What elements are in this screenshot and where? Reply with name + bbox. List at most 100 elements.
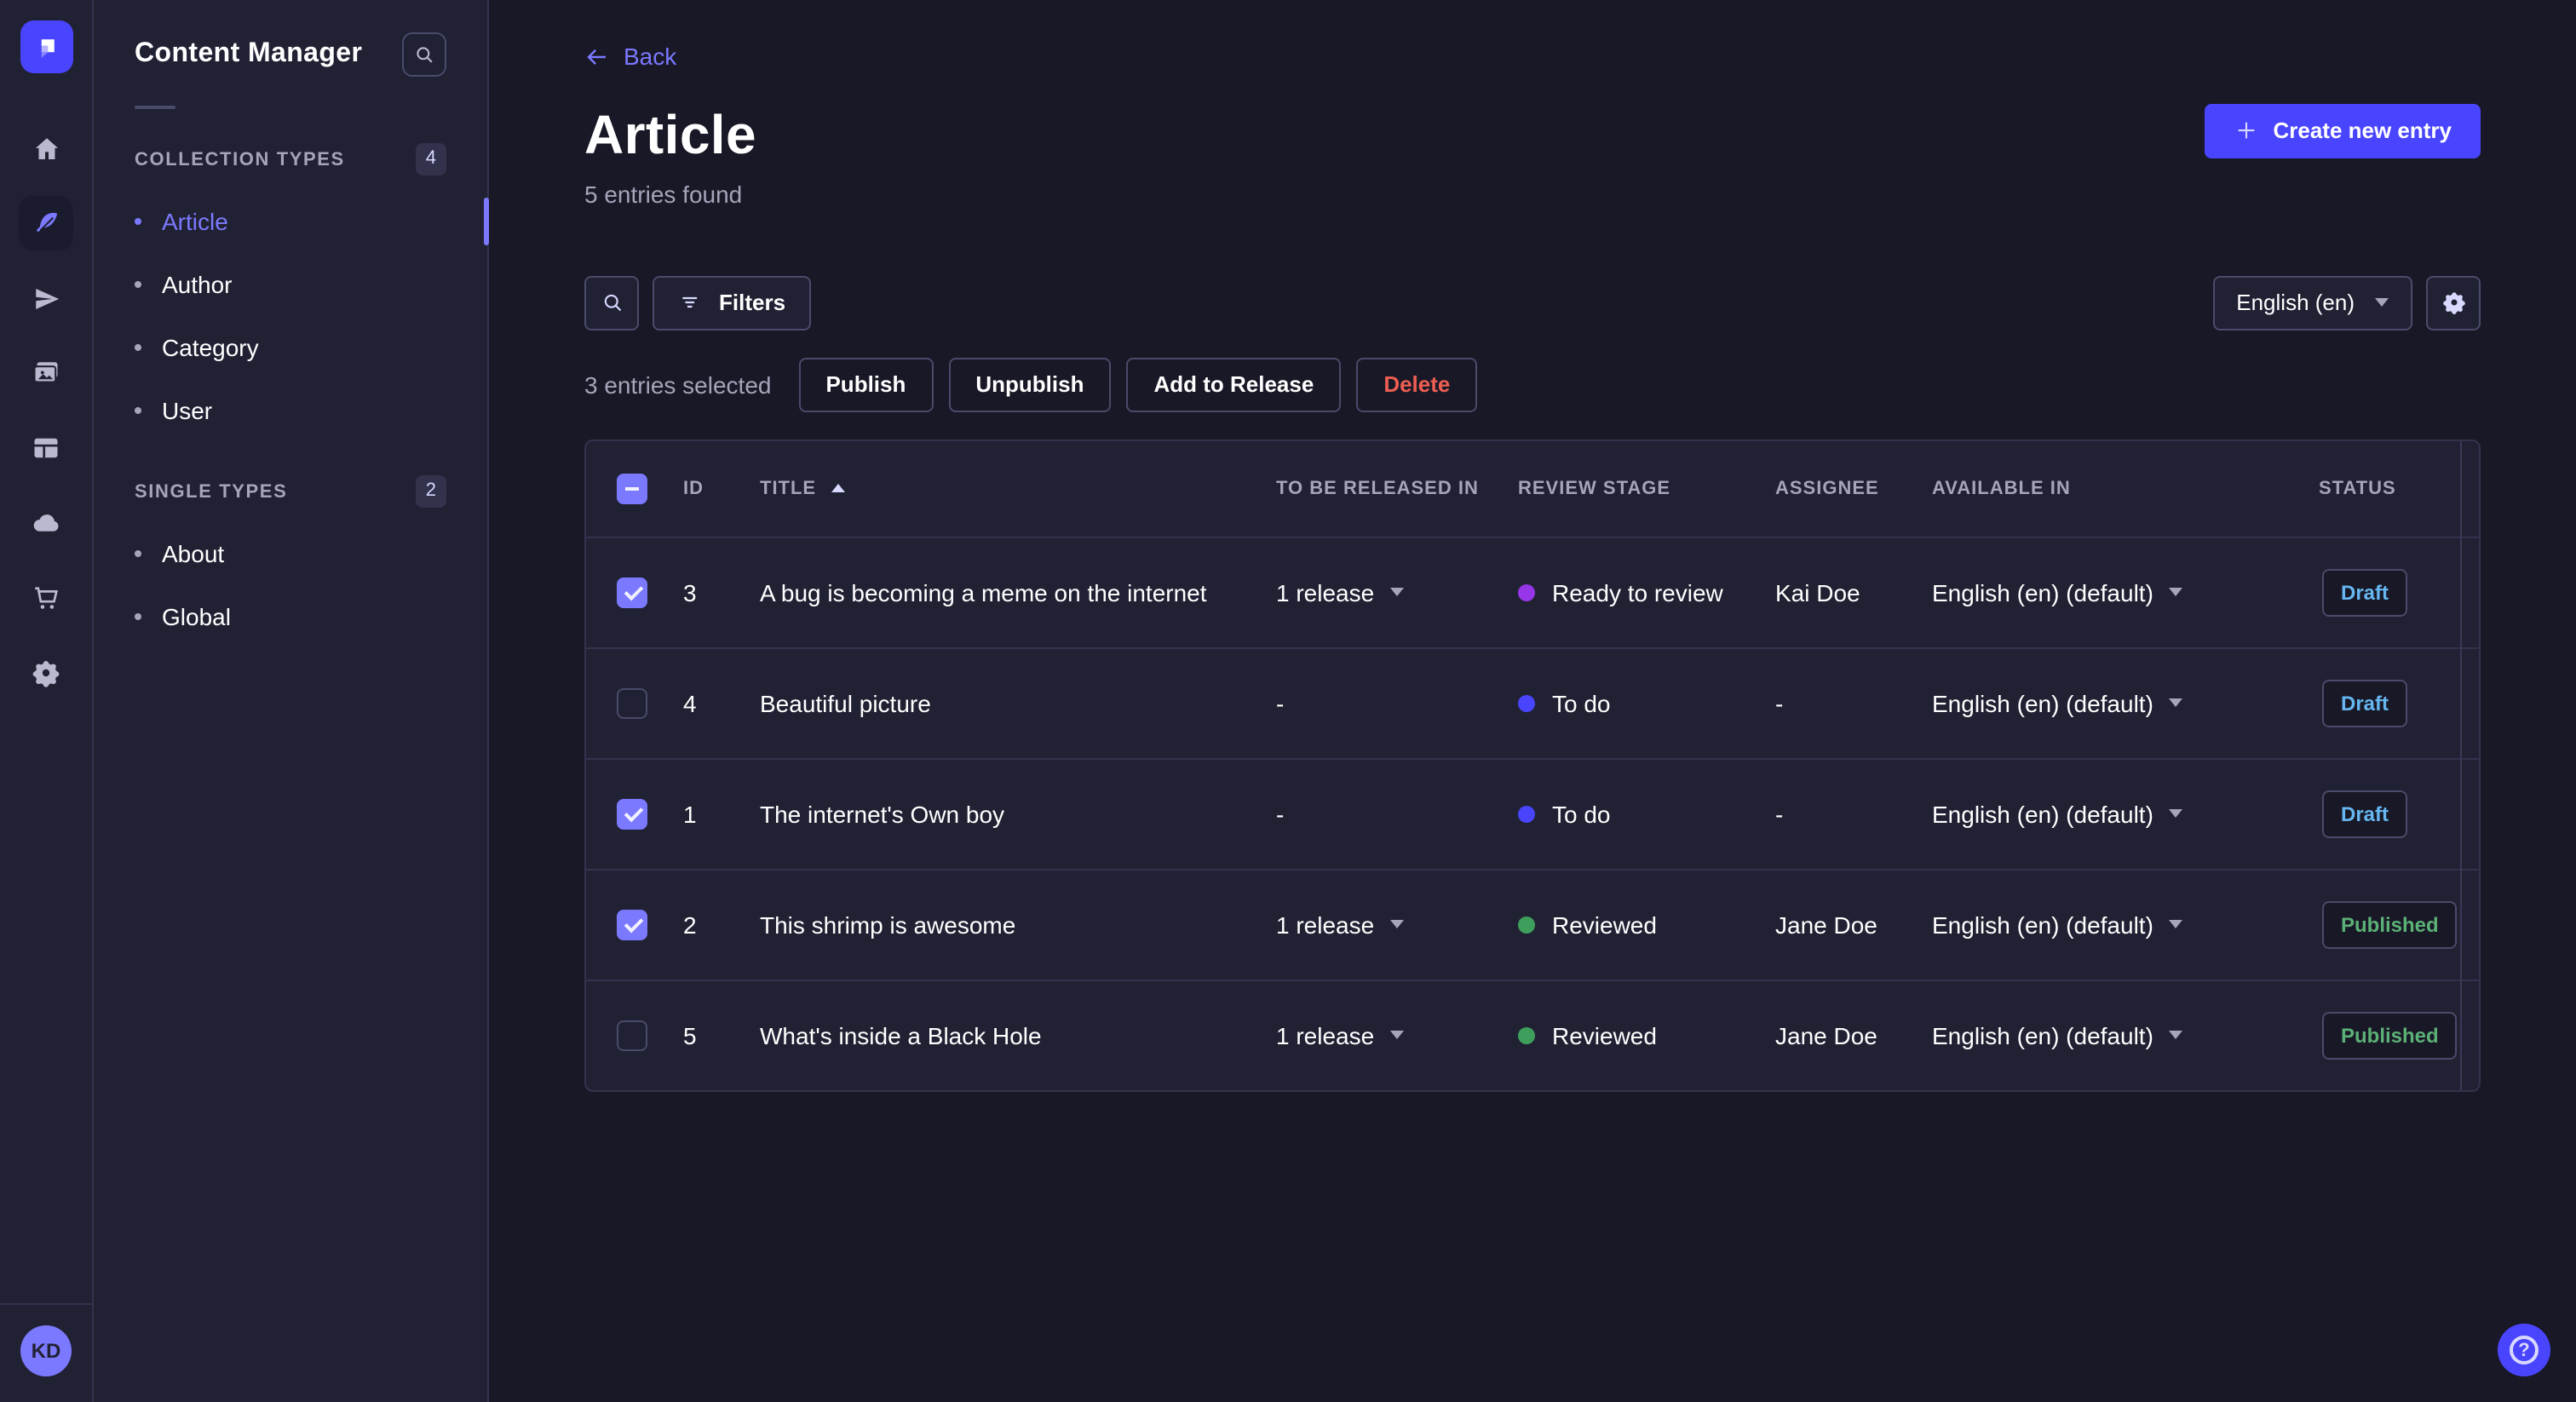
row-review-stage: To do <box>1552 689 1611 716</box>
table-row[interactable]: 5 What's inside a Black Hole 1 release R… <box>586 979 2479 1089</box>
row-review-stage: Reviewed <box>1552 1021 1657 1049</box>
review-stage-dot <box>1518 694 1535 711</box>
sidebar-item-global[interactable]: Global <box>94 584 487 647</box>
media-library-icon[interactable] <box>19 346 73 400</box>
row-assignee: Jane Doe <box>1775 911 1877 938</box>
column-header-id: ID <box>683 478 704 498</box>
row-released-in: 1 release <box>1276 911 1375 938</box>
row-checkbox[interactable] <box>617 798 647 829</box>
table-row[interactable]: 3 A bug is becoming a meme on the intern… <box>586 536 2479 646</box>
unpublish-button[interactable]: Unpublish <box>948 357 1112 411</box>
status-badge: Draft <box>2322 568 2408 616</box>
review-stage-dot <box>1518 805 1535 822</box>
row-review-stage: Ready to review <box>1552 578 1723 606</box>
sidebar-item-category[interactable]: Category <box>94 315 487 378</box>
user-avatar[interactable]: KD <box>20 1325 72 1376</box>
entries-table: ID TITLE TO BE RELEASED IN REVIEW STAGE … <box>584 439 2481 1091</box>
deploy-cloud-icon[interactable] <box>19 496 73 550</box>
settings-gear-icon[interactable] <box>19 646 73 700</box>
table-row[interactable]: 4 Beautiful picture - To do - English (e… <box>586 646 2479 757</box>
content-manager-sidebar: Content Manager COLLECTION TYPES 4 Artic… <box>94 0 489 1402</box>
row-assignee: Jane Doe <box>1775 1021 1877 1049</box>
row-released-in: - <box>1276 689 1285 716</box>
sidebar-item-article[interactable]: Article <box>94 189 489 252</box>
chevron-down-icon <box>2375 298 2389 307</box>
row-checkbox[interactable] <box>617 1020 647 1050</box>
column-header-title[interactable]: TITLE <box>760 478 1276 498</box>
sidebar-title: Content Manager <box>135 39 363 68</box>
row-available-in: English (en) (default) <box>1932 1021 2153 1049</box>
row-checkbox[interactable] <box>617 577 647 607</box>
row-assignee: - <box>1775 689 1784 716</box>
row-available-in: English (en) (default) <box>1932 800 2153 827</box>
plus-icon <box>2239 122 2255 139</box>
row-id: 1 <box>683 800 697 827</box>
status-badge: Published <box>2322 1011 2458 1059</box>
select-all-checkbox[interactable] <box>617 473 647 503</box>
gear-icon <box>2442 292 2464 314</box>
search-icon <box>603 294 621 312</box>
chevron-down-icon[interactable] <box>2168 698 2182 707</box>
row-checkbox[interactable] <box>617 909 647 939</box>
row-available-in: English (en) (default) <box>1932 911 2153 938</box>
locale-select[interactable]: English (en) <box>2212 275 2412 330</box>
back-link[interactable]: Back <box>584 43 676 70</box>
column-header-status: STATUS <box>2319 478 2396 498</box>
view-settings-button[interactable] <box>2426 275 2481 330</box>
page-header: Article 5 entries found <box>584 103 756 207</box>
home-icon[interactable] <box>19 121 73 175</box>
main-sidebar: KD <box>0 0 94 1402</box>
publish-button[interactable]: Publish <box>798 357 934 411</box>
delete-button[interactable]: Delete <box>1356 357 1478 411</box>
content-manager-feather-icon[interactable] <box>19 196 73 250</box>
add-to-release-button[interactable]: Add to Release <box>1126 357 1342 411</box>
chevron-down-icon[interactable] <box>1389 920 1404 928</box>
column-header-available-in: AVAILABLE IN <box>1932 478 2071 498</box>
bullet-icon <box>135 406 141 413</box>
sidebar-item-user[interactable]: User <box>94 378 487 441</box>
row-id: 2 <box>683 911 697 938</box>
bullet-icon <box>135 343 141 350</box>
review-stage-dot <box>1518 916 1535 933</box>
chevron-down-icon[interactable] <box>1389 588 1404 596</box>
single-types-count-badge: 2 <box>415 475 446 508</box>
row-available-in: English (en) (default) <box>1932 689 2153 716</box>
content-type-builder-icon[interactable] <box>19 421 73 475</box>
chevron-down-icon[interactable] <box>2168 588 2182 596</box>
review-stage-dot <box>1518 583 1535 600</box>
sidebar-item-author[interactable]: Author <box>94 252 487 315</box>
chevron-down-icon[interactable] <box>2168 920 2182 928</box>
entries-count: 5 entries found <box>584 180 743 207</box>
section-label-collection-types: COLLECTION TYPES <box>135 149 345 170</box>
create-new-entry-button[interactable]: Create new entry <box>2205 103 2481 158</box>
main-content: Back Article 5 entries found Create new … <box>489 0 2576 1402</box>
status-badge: Draft <box>2322 790 2408 837</box>
releases-paper-plane-icon[interactable] <box>19 271 73 325</box>
section-label-single-types: SINGLE TYPES <box>135 481 288 502</box>
app: KD Content Manager COLLECTION TYPES 4 Ar… <box>0 0 2576 1402</box>
chevron-down-icon[interactable] <box>1389 1031 1404 1039</box>
row-released-in: - <box>1276 800 1285 827</box>
search-button[interactable] <box>584 275 639 330</box>
marketplace-cart-icon[interactable] <box>19 571 73 625</box>
strapi-logo[interactable] <box>20 20 72 73</box>
sidebar-item-about[interactable]: About <box>94 521 487 584</box>
sidebar-divider <box>135 106 175 109</box>
chevron-down-icon[interactable] <box>2168 809 2182 818</box>
row-title: This shrimp is awesome <box>760 911 1016 938</box>
row-review-stage: Reviewed <box>1552 911 1657 938</box>
page-title: Article <box>584 103 756 164</box>
help-button[interactable]: ? <box>2498 1324 2550 1376</box>
row-assignee: Kai Doe <box>1775 578 1860 606</box>
table-header-row: ID TITLE TO BE RELEASED IN REVIEW STAGE … <box>586 440 2479 536</box>
sidebar-search-button[interactable] <box>402 32 446 77</box>
table-row[interactable]: 1 The internet's Own boy - To do - Engli… <box>586 757 2479 868</box>
bullet-icon <box>135 612 141 619</box>
row-title: The internet's Own boy <box>760 800 1005 827</box>
filters-button[interactable]: Filters <box>653 275 812 330</box>
column-header-review-stage: REVIEW STAGE <box>1518 478 1671 498</box>
chevron-down-icon[interactable] <box>2168 1031 2182 1039</box>
filter-icon <box>682 296 698 308</box>
row-checkbox[interactable] <box>617 687 647 718</box>
table-row[interactable]: 2 This shrimp is awesome 1 release Revie… <box>586 868 2479 979</box>
